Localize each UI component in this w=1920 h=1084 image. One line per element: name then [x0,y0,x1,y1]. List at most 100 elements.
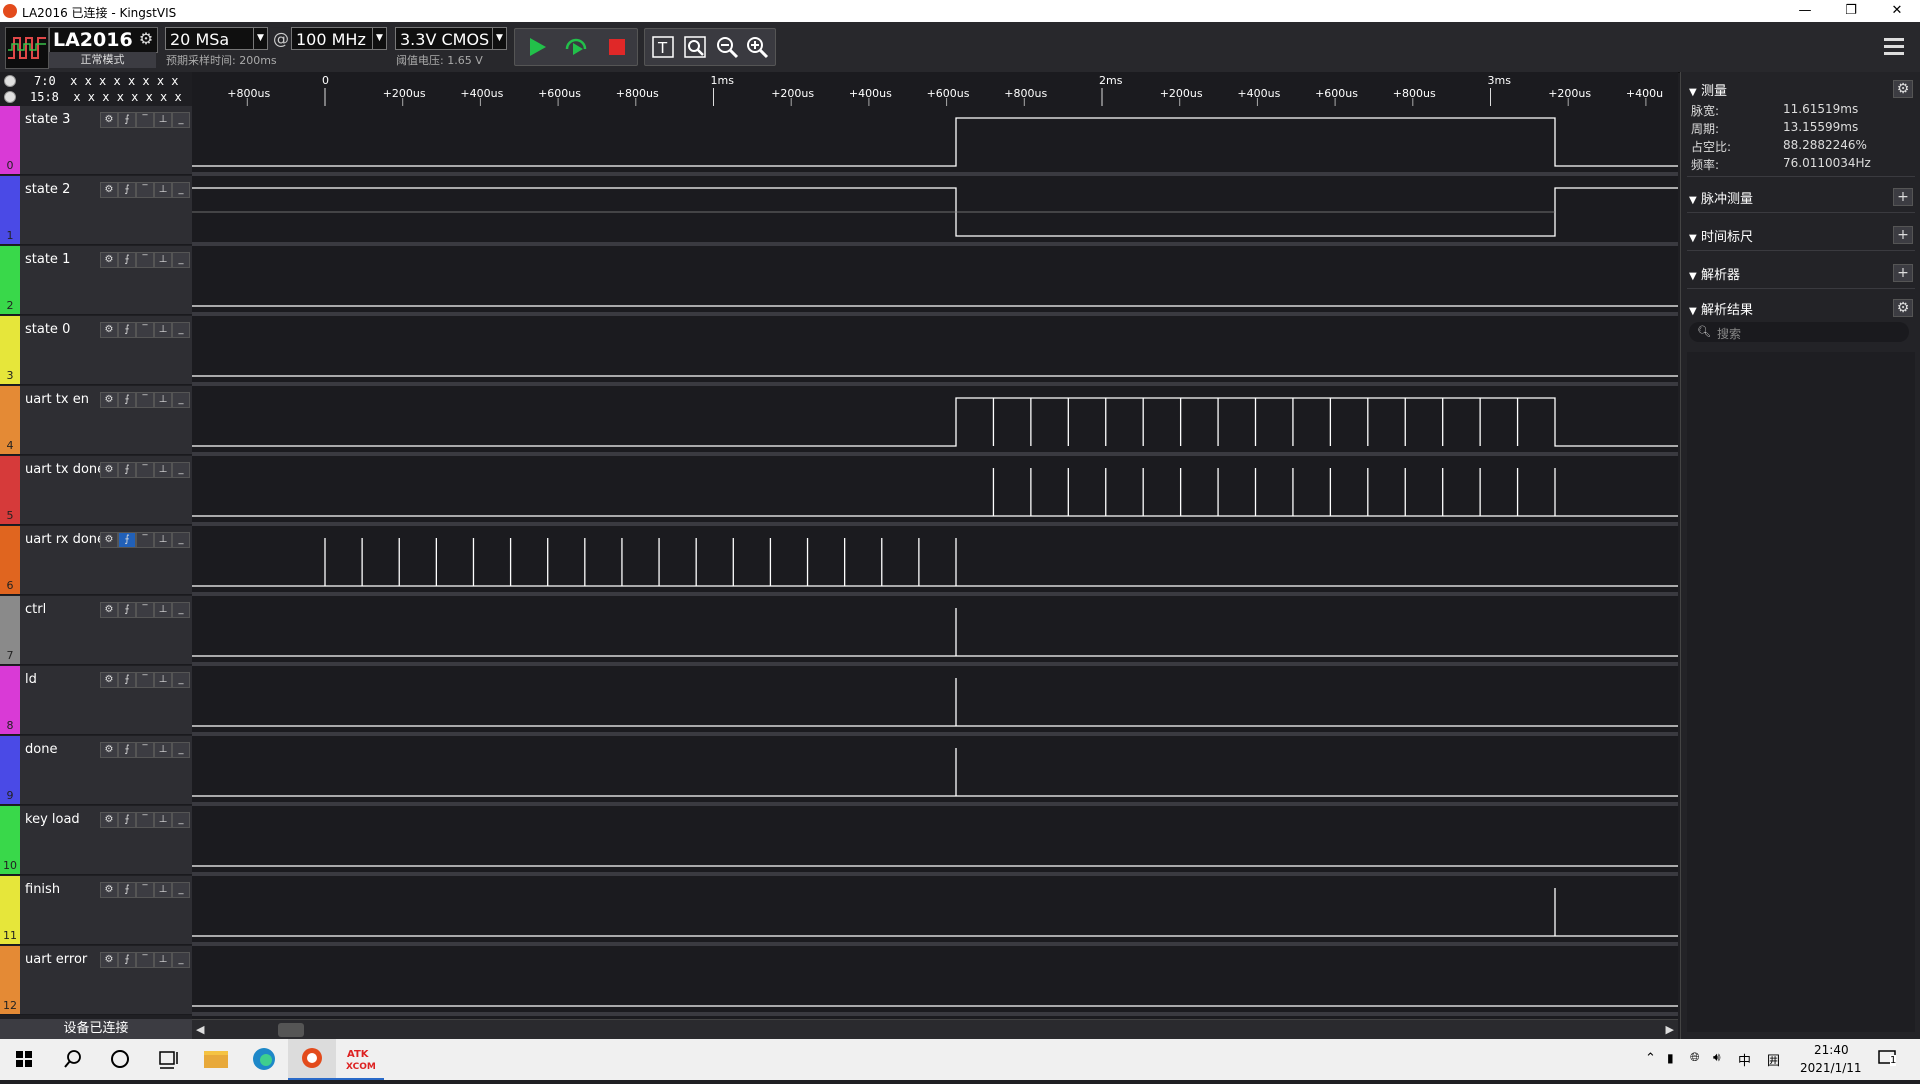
add-pulse-measure-icon[interactable]: + [1893,188,1913,206]
channel-gear-icon[interactable]: ⚙ [100,882,118,898]
channel-gear-icon[interactable]: ⚙ [100,322,118,338]
high-level-trigger-icon[interactable]: ‾ [136,392,154,408]
loop-run-icon[interactable] [563,35,587,59]
falling-edge-trigger-icon[interactable]: ⊥ [154,882,172,898]
clock-time[interactable]: 21:40 [1814,1043,1849,1057]
channel-row[interactable]: 4 uart tx en ⚙ ⨍ ‾ ⊥ _ [0,386,192,455]
high-level-trigger-icon[interactable]: ‾ [136,182,154,198]
notification-icon[interactable]: 1 [1878,1049,1900,1069]
device-selector[interactable]: LA2016 ⚙ [49,27,158,53]
analyzer-section[interactable]: ▼ 解析器 + [1689,264,1913,284]
falling-edge-trigger-icon[interactable]: ⊥ [154,392,172,408]
channel-gear-icon[interactable]: ⚙ [100,672,118,688]
rising-edge-trigger-icon[interactable]: ⨍ [118,952,136,968]
scroll-thumb[interactable] [278,1023,304,1037]
search-input[interactable]: 🔍︎ 搜索 [1689,322,1909,342]
falling-edge-trigger-icon[interactable]: ⊥ [154,462,172,478]
channel-name[interactable]: uart error [25,952,87,967]
channel-gear-icon[interactable]: ⚙ [100,462,118,478]
high-level-trigger-icon[interactable]: ‾ [136,812,154,828]
battery-icon[interactable]: ▮ [1667,1051,1674,1065]
zoom-in-icon[interactable] [745,35,769,59]
high-level-trigger-icon[interactable]: ‾ [136,462,154,478]
falling-edge-trigger-icon[interactable]: ⊥ [154,742,172,758]
falling-edge-trigger-icon[interactable]: ⊥ [154,532,172,548]
search-icon[interactable] [48,1039,96,1080]
falling-edge-trigger-icon[interactable]: ⊥ [154,182,172,198]
high-level-trigger-icon[interactable]: ‾ [136,672,154,688]
sample-rate-select[interactable]: 100 MHz ▼ [291,27,387,50]
channel-row[interactable]: 5 uart tx done ⚙ ⨍ ‾ ⊥ _ [0,456,192,525]
restore-icon[interactable]: ❐ [1828,0,1874,22]
channel-row[interactable]: 3 state 0 ⚙ ⨍ ‾ ⊥ _ [0,316,192,385]
rising-edge-trigger-icon[interactable]: ⨍ [118,322,136,338]
low-level-trigger-icon[interactable]: _ [172,532,190,548]
high-level-trigger-icon[interactable]: ‾ [136,252,154,268]
atk-xcom-icon[interactable]: ATK XCOM [336,1039,384,1080]
high-level-trigger-icon[interactable]: ‾ [136,882,154,898]
channel-name[interactable]: key load [25,812,80,827]
channel-name[interactable]: state 0 [25,322,70,337]
low-level-trigger-icon[interactable]: _ [172,392,190,408]
rising-edge-trigger-icon[interactable]: ⨍ [118,252,136,268]
zoom-fit-icon[interactable] [683,35,707,59]
low-level-trigger-icon[interactable]: _ [172,182,190,198]
falling-edge-trigger-icon[interactable]: ⊥ [154,112,172,128]
channel-row[interactable]: 9 done ⚙ ⨍ ‾ ⊥ _ [0,736,192,805]
zoom-out-icon[interactable] [715,35,739,59]
low-level-trigger-icon[interactable]: _ [172,672,190,688]
close-icon[interactable]: ✕ [1874,0,1920,22]
low-level-trigger-icon[interactable]: _ [172,952,190,968]
falling-edge-trigger-icon[interactable]: ⊥ [154,672,172,688]
device-gear-icon[interactable]: ⚙ [137,30,155,48]
channel-gear-icon[interactable]: ⚙ [100,742,118,758]
measure-gear-icon[interactable]: ⚙ [1893,80,1913,98]
rising-edge-trigger-icon[interactable]: ⨍ [118,812,136,828]
rising-edge-trigger-icon[interactable]: ⨍ [118,112,136,128]
edge-icon[interactable] [240,1039,288,1080]
channel-gear-icon[interactable]: ⚙ [100,532,118,548]
high-level-trigger-icon[interactable]: ‾ [136,742,154,758]
rising-edge-trigger-icon[interactable]: ⨍ [118,742,136,758]
rising-edge-trigger-icon[interactable]: ⨍ [118,672,136,688]
rising-edge-trigger-icon[interactable]: ⨍ [118,392,136,408]
time-ruler[interactable]: +800us +200us +400us +600us +800us +200us +400… [192,72,1678,107]
channel-row[interactable]: 6 uart rx done ⚙ ⨍ ‾ ⊥ _ [0,526,192,595]
rising-edge-trigger-icon[interactable]: ⨍ [118,882,136,898]
chevron-up-icon[interactable]: ⌃ [1645,1051,1656,1066]
minimize-icon[interactable]: — [1782,0,1828,22]
channel-name[interactable]: ld [25,672,37,687]
group-radio[interactable] [4,75,16,87]
mode-label[interactable]: 正常模式 [49,52,156,68]
falling-edge-trigger-icon[interactable]: ⊥ [154,252,172,268]
channel-gear-icon[interactable]: ⚙ [100,112,118,128]
ime-mode[interactable]: 囲 [1767,1050,1780,1069]
falling-edge-trigger-icon[interactable]: ⊥ [154,602,172,618]
rising-edge-trigger-icon[interactable]: ⨍ [118,462,136,478]
low-level-trigger-icon[interactable]: _ [172,602,190,618]
file-explorer-icon[interactable] [192,1039,240,1080]
channel-gear-icon[interactable]: ⚙ [100,252,118,268]
sample-depth-select[interactable]: 20 MSa ▼ [165,27,268,50]
high-level-trigger-icon[interactable]: ‾ [136,112,154,128]
horizontal-scrollbar[interactable]: ◀ ▶ [192,1019,1678,1040]
measure-section-header[interactable]: ▼ 测量 ⚙ [1689,80,1913,100]
low-level-trigger-icon[interactable]: _ [172,812,190,828]
falling-edge-trigger-icon[interactable]: ⊥ [154,952,172,968]
high-level-trigger-icon[interactable]: ‾ [136,322,154,338]
high-level-trigger-icon[interactable]: ‾ [136,952,154,968]
channel-gear-icon[interactable]: ⚙ [100,602,118,618]
channel-name[interactable]: finish [25,882,60,897]
low-level-trigger-icon[interactable]: _ [172,742,190,758]
channel-row[interactable]: 0 state 3 ⚙ ⨍ ‾ ⊥ _ [0,106,192,175]
network-icon[interactable]: 🌐︎ [1690,1050,1700,1065]
time-marker-section[interactable]: ▼ 时间标尺 + [1689,226,1913,246]
group-radio[interactable] [4,91,16,103]
high-level-trigger-icon[interactable]: ‾ [136,532,154,548]
channel-row[interactable]: 1 state 2 ⚙ ⨍ ‾ ⊥ _ [0,176,192,245]
channel-name[interactable]: done [25,742,57,757]
low-level-trigger-icon[interactable]: _ [172,462,190,478]
channel-row[interactable]: 2 state 1 ⚙ ⨍ ‾ ⊥ _ [0,246,192,315]
ime-indicator[interactable]: 中 [1738,1050,1751,1069]
channel-row[interactable]: 11 finish ⚙ ⨍ ‾ ⊥ _ [0,876,192,945]
